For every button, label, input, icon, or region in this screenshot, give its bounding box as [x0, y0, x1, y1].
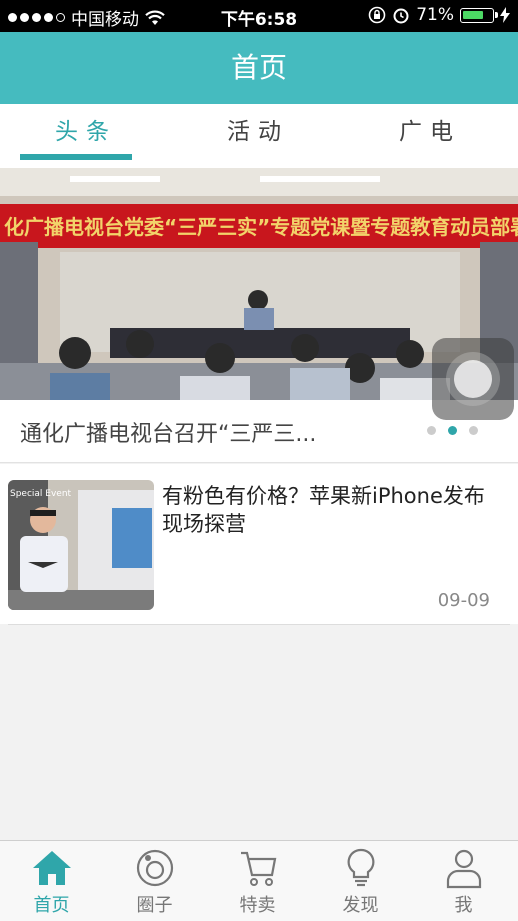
status-right: 71% — [368, 5, 510, 25]
bulb-icon — [347, 848, 375, 887]
battery-icon — [460, 7, 498, 23]
tab-activities[interactable]: 活动 — [172, 104, 344, 168]
tab-broadcast[interactable]: 广电 — [344, 104, 516, 168]
assistive-core — [454, 360, 492, 398]
tabbar-label: 特卖 — [239, 895, 276, 916]
tabbar-home[interactable]: 首页 — [0, 841, 103, 921]
orientation-lock-icon — [368, 6, 386, 24]
page-title: 首页 — [230, 51, 287, 84]
tabbar-label: 我 — [454, 895, 473, 916]
charging-icon — [500, 7, 510, 23]
status-bar: 中国移动 下午6:58 71% — [0, 0, 518, 32]
home-icon — [33, 851, 71, 885]
cart-icon — [241, 851, 277, 886]
divider — [8, 624, 510, 625]
tabbar-me[interactable]: 我 — [412, 841, 515, 921]
list-item[interactable]: Special Event 有粉色有价格？苹果新iPhone发布现场探营 09-… — [0, 464, 518, 624]
news-date: 09-09 — [437, 590, 490, 611]
tab-headlines[interactable]: 头条 — [0, 104, 172, 168]
tabbar-label: 首页 — [33, 895, 70, 916]
user-icon — [446, 849, 482, 889]
tabbar-label: 发现 — [342, 895, 379, 916]
assistive-touch-button[interactable] — [432, 338, 514, 420]
carousel-pager[interactable] — [427, 426, 478, 435]
tab-label: 活动 — [227, 119, 289, 145]
thumb-text: Special Event — [10, 489, 72, 499]
tabbar-discover[interactable]: 发现 — [309, 841, 412, 921]
tabbar-circle[interactable]: 圈子 — [103, 841, 206, 921]
banner-slogan: 化广播电视台党委“三严三实”专题党课暨专题教育动员部署会议 — [4, 215, 518, 239]
tab-label: 广电 — [399, 119, 461, 145]
active-tab-indicator — [20, 154, 132, 160]
news-title: 有粉色有价格？苹果新iPhone发布现场探营 — [162, 484, 485, 536]
circle-icon — [136, 849, 174, 887]
alarm-icon — [393, 8, 409, 24]
pager-dot — [427, 426, 436, 435]
bottom-tab-bar: 首页 圈子 特卖 发现 我 — [0, 840, 518, 921]
pager-dot-active — [448, 426, 457, 435]
news-thumbnail: Special Event — [8, 480, 154, 610]
tabbar-label: 圈子 — [136, 895, 173, 916]
pager-dot — [469, 426, 478, 435]
banner-caption: 通化广播电视台召开“三严三... — [20, 422, 317, 447]
battery-percent: 71% — [416, 5, 454, 25]
category-tabs: 头条 活动 广电 — [0, 104, 518, 169]
nav-bar: 首页 — [0, 32, 518, 104]
tabbar-sale[interactable]: 特卖 — [206, 841, 309, 921]
tab-label: 头条 — [55, 119, 117, 145]
